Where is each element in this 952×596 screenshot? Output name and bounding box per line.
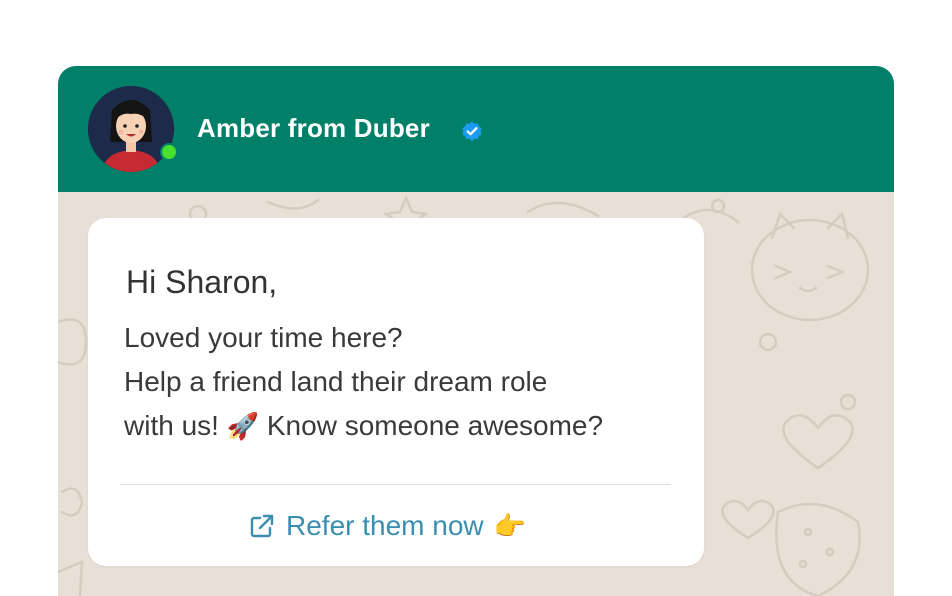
chat-card: Amber from Duber Hi Sharon, Loved your t… bbox=[58, 66, 894, 596]
message-line-3-text: with us! bbox=[124, 410, 219, 441]
pointing-hand-icon: 👉 bbox=[493, 510, 527, 541]
message-greeting: Hi Sharon, bbox=[126, 264, 278, 300]
contact-name: Amber from Duber bbox=[197, 113, 430, 143]
avatar[interactable] bbox=[88, 86, 174, 172]
message-line-1: Loved your time here? bbox=[124, 322, 403, 353]
verified-badge-icon bbox=[462, 121, 482, 141]
avatar-illustration bbox=[88, 86, 174, 172]
message-bubble: Hi Sharon, Loved your time here? Help a … bbox=[88, 218, 704, 566]
bubble-divider bbox=[120, 484, 671, 485]
chat-header: Amber from Duber bbox=[58, 66, 894, 192]
online-status-indicator bbox=[160, 143, 178, 161]
refer-them-now-label: Refer them now bbox=[286, 510, 484, 541]
message-line-2: Help a friend land their dream role bbox=[124, 366, 548, 397]
rocket-icon: 🚀 bbox=[226, 411, 260, 441]
refer-them-now-button[interactable]: Refer them now 👉 bbox=[248, 506, 526, 546]
message-line-3: with us! 🚀 Know someone awesome? bbox=[124, 410, 603, 442]
external-link-icon bbox=[250, 514, 274, 538]
message-line-3-rest: Know someone awesome? bbox=[266, 410, 604, 441]
